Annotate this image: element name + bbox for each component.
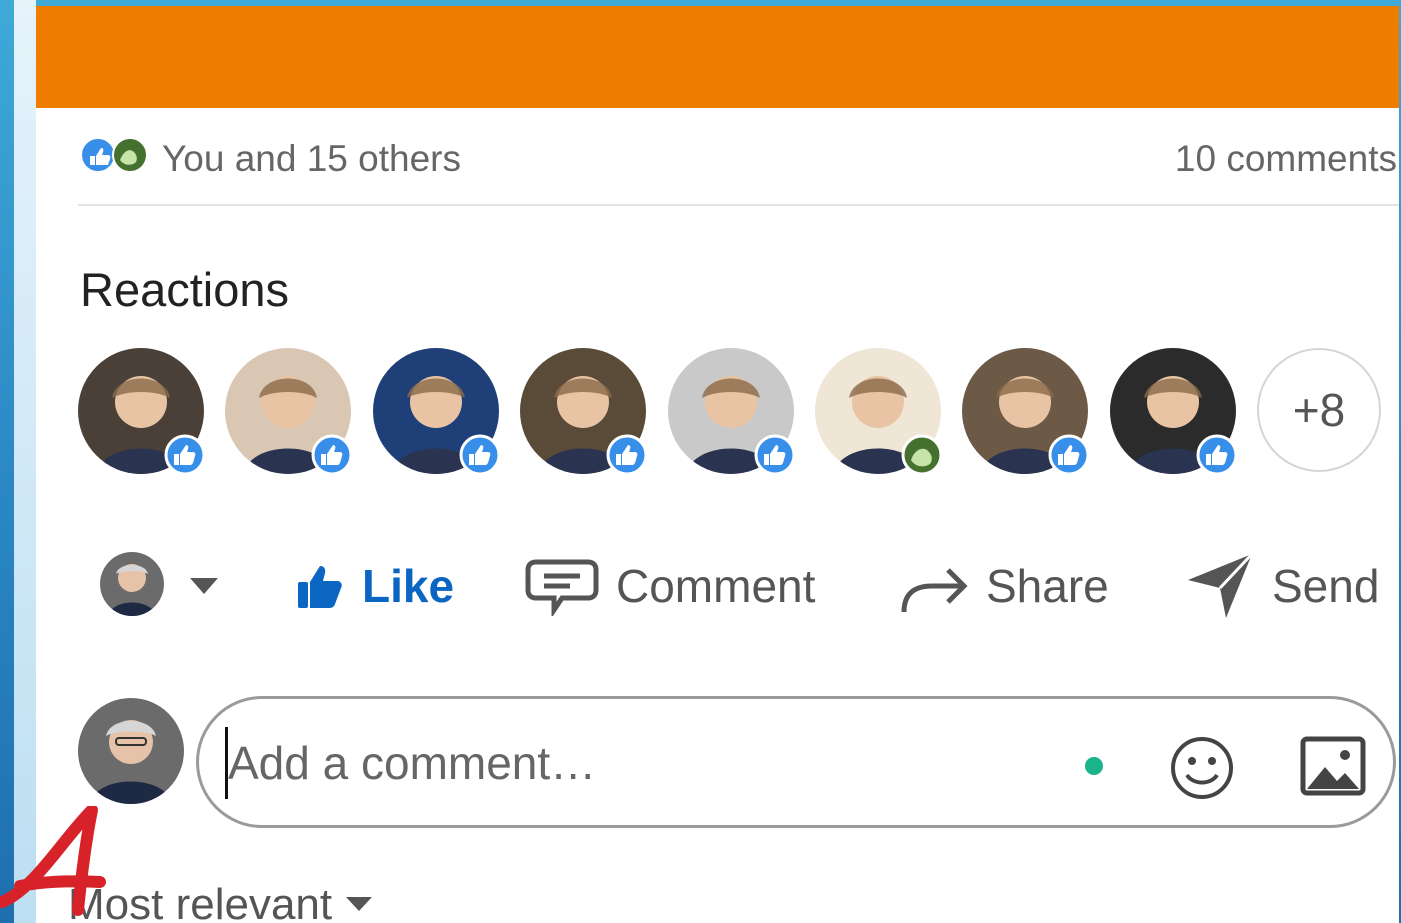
like-icon <box>1048 434 1090 476</box>
share-label: Share <box>986 560 1109 612</box>
reactor-avatars: +8 <box>78 348 1398 478</box>
comment-composer <box>196 696 1396 828</box>
online-status-dot <box>1085 757 1103 775</box>
reactor-6[interactable] <box>815 348 943 476</box>
comment-icon <box>525 559 599 616</box>
like-button[interactable]: Like <box>294 536 454 636</box>
comment-button[interactable]: Comment <box>524 536 815 636</box>
actor-avatar[interactable] <box>100 552 164 616</box>
like-icon <box>311 434 353 476</box>
comment-label: Comment <box>616 560 816 612</box>
left-edge-strip <box>14 0 36 923</box>
reactor-2[interactable] <box>225 348 353 476</box>
reaction-icons[interactable] <box>80 136 152 174</box>
emoji-icon[interactable] <box>1169 735 1235 801</box>
like-icon <box>459 434 501 476</box>
reactor-3[interactable] <box>373 348 501 476</box>
reaction-summary[interactable]: You and 15 others <box>162 138 461 180</box>
post-banner <box>36 6 1399 108</box>
like-icon <box>1196 434 1238 476</box>
like-label: Like <box>362 560 455 612</box>
like-icon <box>606 434 648 476</box>
action-bar: Like Comment Share Send <box>36 536 1399 646</box>
like-icon <box>754 434 796 476</box>
comment-input[interactable] <box>225 727 1050 799</box>
caret-down-icon <box>346 897 373 911</box>
social-counts: You and 15 others 10 comments <box>36 108 1399 208</box>
reactor-8[interactable] <box>1110 348 1238 476</box>
share-arrow-icon <box>901 568 968 613</box>
like-icon <box>164 434 206 476</box>
sort-dropdown[interactable]: Most relevant <box>68 880 374 923</box>
handwritten-annotation <box>0 806 106 916</box>
reactor-1[interactable] <box>78 348 206 476</box>
send-icon <box>1188 552 1254 618</box>
send-label: Send <box>1272 560 1380 612</box>
reactions-title: Reactions <box>80 263 289 316</box>
comments-count[interactable]: 10 comments <box>1175 138 1397 180</box>
reactor-7[interactable] <box>962 348 1090 476</box>
composer-avatar <box>78 698 184 804</box>
send-button[interactable]: Send <box>1184 536 1379 636</box>
reactor-4[interactable] <box>520 348 648 476</box>
celebrate-icon <box>901 434 943 476</box>
image-icon[interactable] <box>1299 735 1367 797</box>
like-icon <box>298 566 342 608</box>
more-reactions-button[interactable]: +8 <box>1257 348 1381 472</box>
chevron-down-icon[interactable] <box>186 574 222 598</box>
post-card: You and 15 others 10 comments Reactions … <box>36 6 1399 923</box>
share-button[interactable]: Share <box>898 536 1109 636</box>
divider <box>78 204 1399 206</box>
reactor-5[interactable] <box>668 348 796 476</box>
